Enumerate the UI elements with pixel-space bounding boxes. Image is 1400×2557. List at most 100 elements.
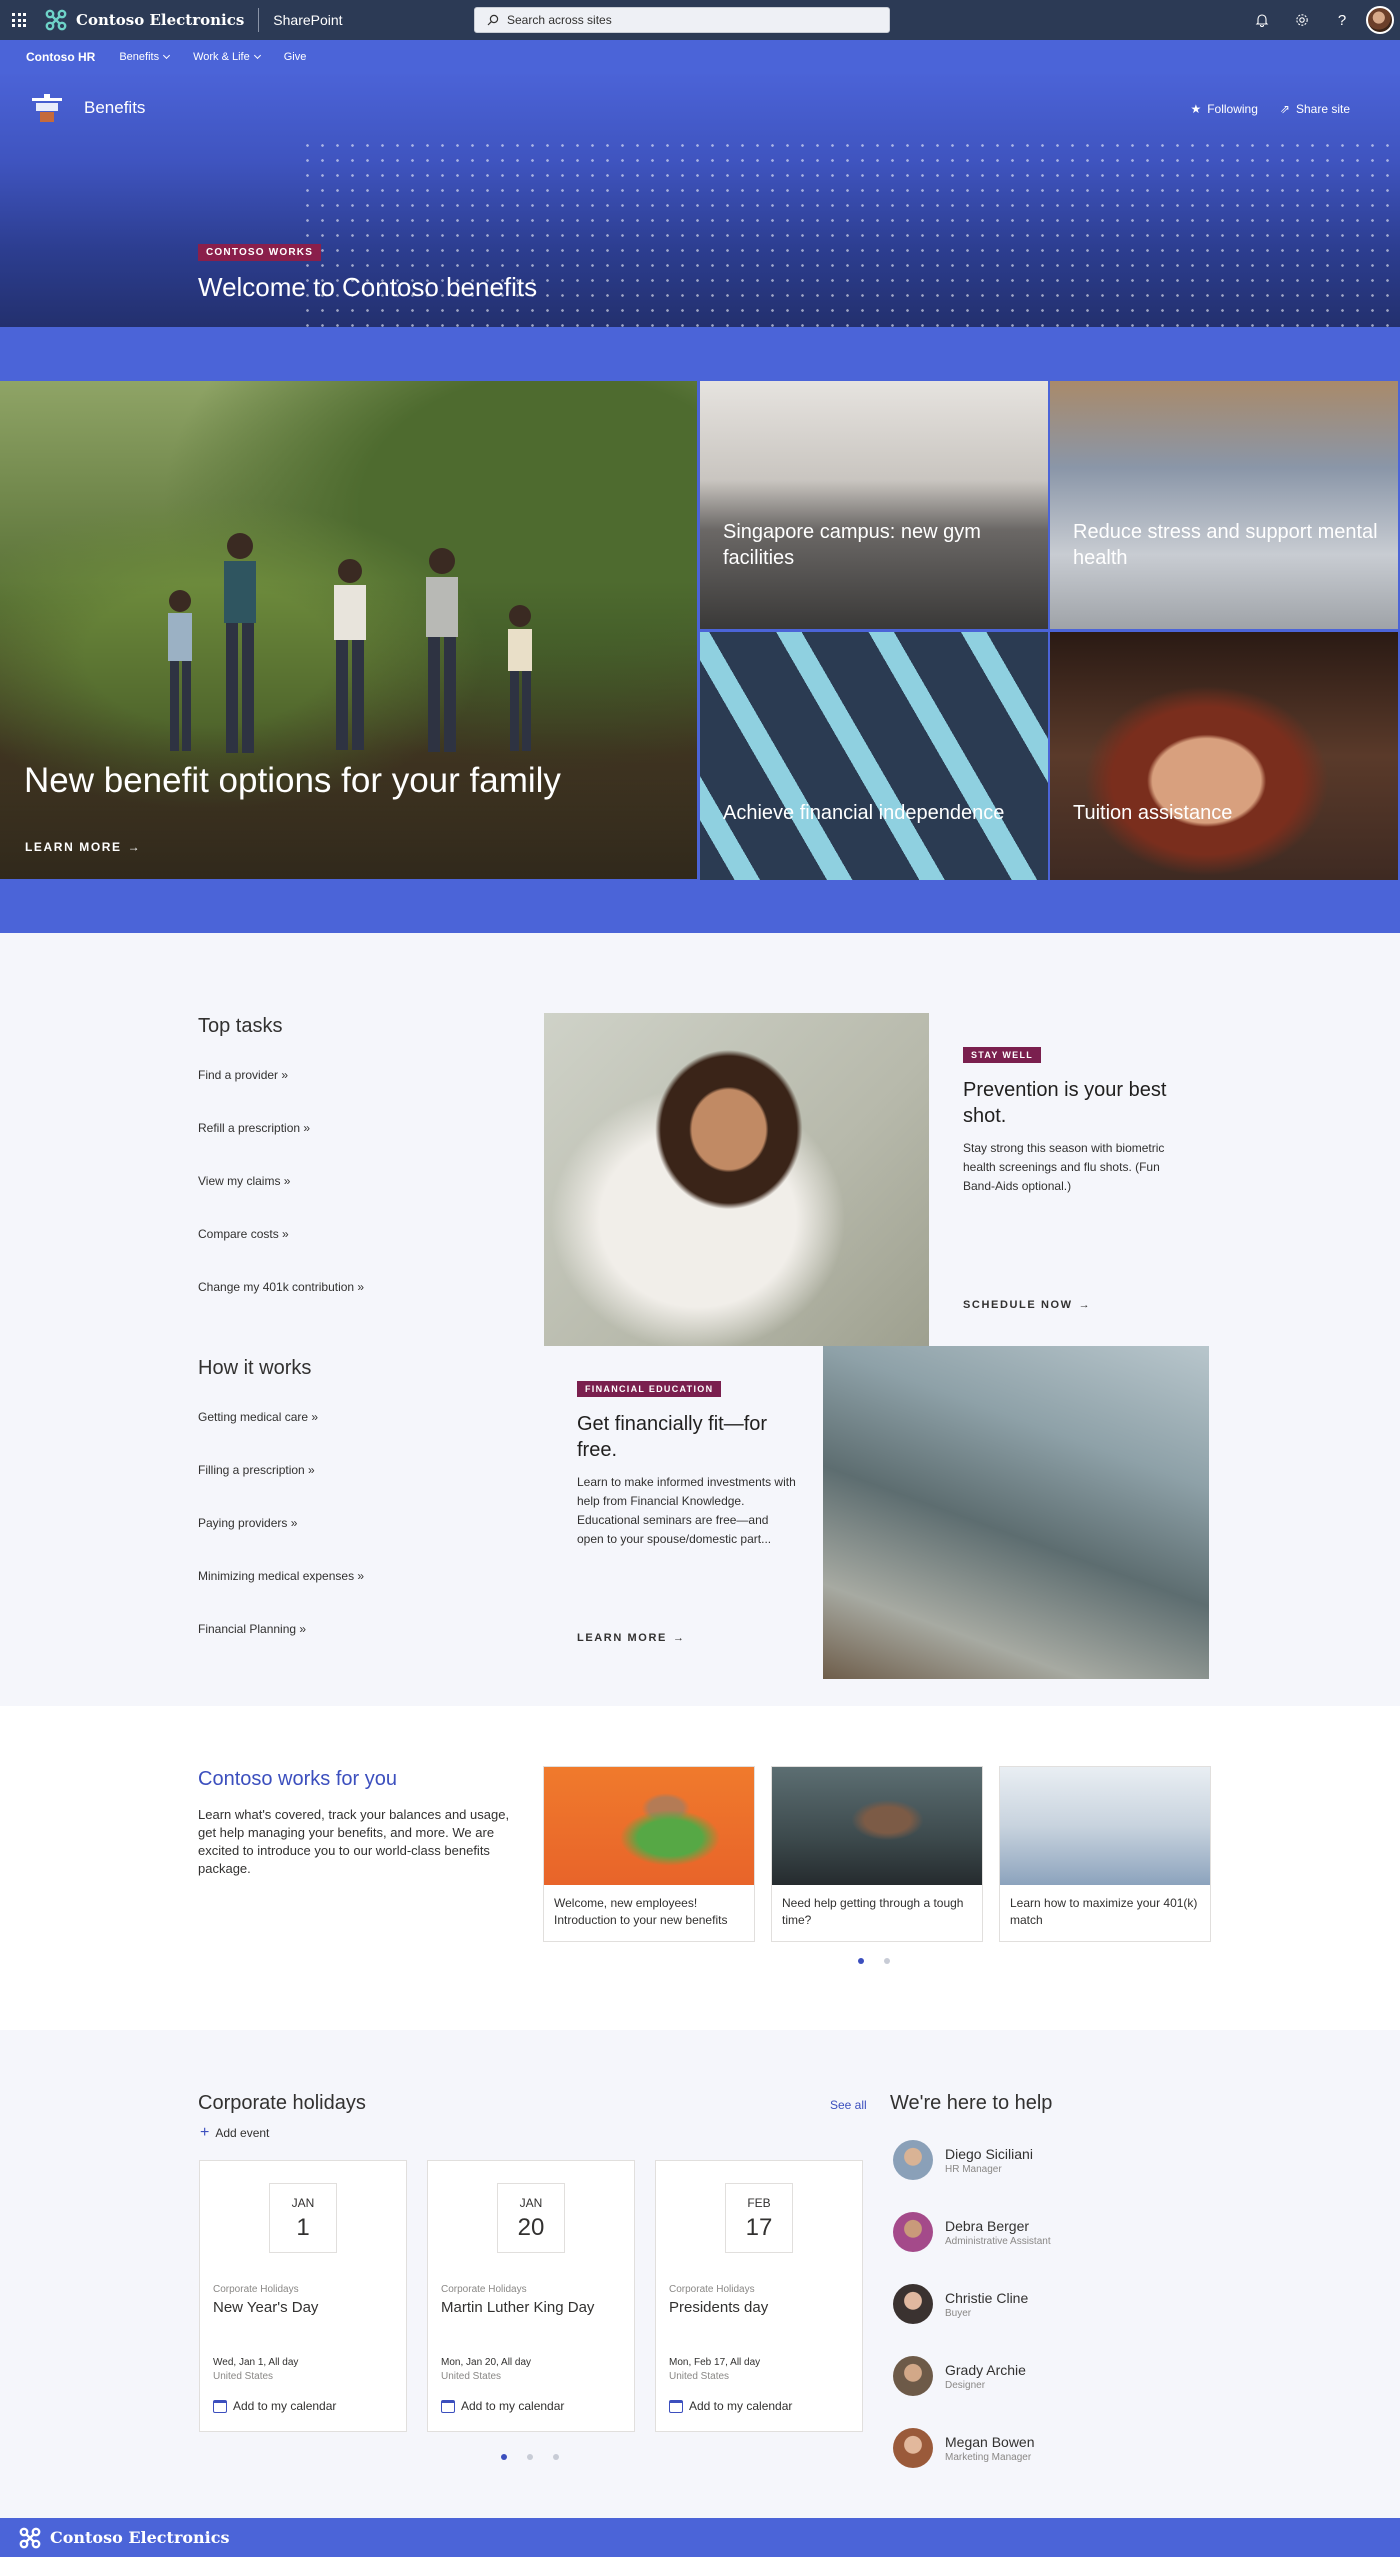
person-role: Designer [945,2379,986,2391]
stay-well-desc: Stay strong this season with biometric h… [963,1141,1165,1193]
help-title: We're here to help [890,2092,1053,2114]
how-it-works: How it works Getting medical care » Fill… [198,1357,498,1636]
events-pager [501,2454,559,2460]
stay-well-tag: STAY WELL [963,1047,1042,1063]
top-task-link[interactable]: Find a provider » [198,1068,498,1082]
person-card[interactable]: Christie Cline Buyer [893,2282,1213,2326]
event-location: United States [669,2371,730,2382]
event-category: Corporate Holidays [213,2284,299,2295]
news-card[interactable]: Need help getting through a tough time? [771,1766,983,1942]
schedule-now-link[interactable]: SCHEDULE NOW → [963,1299,1091,1311]
carousel-dot[interactable] [501,2454,507,2460]
following-label: Following [1207,102,1258,116]
settings-gear-icon[interactable] [1282,0,1322,40]
how-it-works-link[interactable]: Filling a prescription » [198,1463,498,1477]
hero-tile-gym[interactable]: Singapore campus: new gym facilities [700,381,1048,629]
hub-nav-work-life[interactable]: Work & Life [193,51,261,63]
event-location: United States [441,2371,502,2382]
person-card[interactable]: Megan Bowen Marketing Manager [893,2426,1213,2470]
top-task-link[interactable]: View my claims » [198,1174,498,1188]
chevron-down-icon [163,51,171,60]
see-all-link[interactable]: See all [830,2098,867,2112]
news-card[interactable]: Learn how to maximize your 401(k) match [999,1766,1211,1942]
news-card-image [544,1767,754,1885]
star-icon: ★ [1190,102,1202,116]
hub-nav-label: Work & Life [193,51,250,63]
carousel-dot[interactable] [527,2454,533,2460]
help-icon[interactable]: ? [1322,0,1362,40]
search-input[interactable]: Search across sites [507,13,612,27]
divider [258,8,260,32]
event-name: New Year's Day [213,2299,319,2316]
financial-title[interactable]: Get financially fit—for free. [577,1411,797,1463]
search-box[interactable]: Search across sites [474,7,890,33]
hub-nav-give[interactable]: Give [284,51,307,63]
carousel-dot[interactable] [858,1958,864,1964]
person-card[interactable]: Debra Berger Administrative Assistant [893,2210,1213,2254]
learn-more-link[interactable]: LEARN MORE → [577,1632,686,1644]
family-photo [168,533,532,753]
app-launcher-icon[interactable] [0,0,38,40]
hub-nav-benefits[interactable]: Benefits [119,51,171,63]
share-site-button[interactable]: ⇗ Share site [1280,102,1350,116]
stay-well-title[interactable]: Prevention is your best shot. [963,1077,1173,1129]
person-role: Buyer [945,2307,972,2319]
event-date: JAN 20 [497,2183,565,2253]
add-to-calendar-label: Add to my calendar [233,2399,337,2413]
hero-tile-mental-health[interactable]: Reduce stress and support mental health [1050,381,1398,629]
chevron-down-icon [253,51,261,60]
learn-more-link[interactable]: LEARN MORE → [25,840,141,854]
how-it-works-link[interactable]: Paying providers » [198,1516,498,1530]
event-card[interactable]: JAN 1 Corporate Holidays New Year's Day W… [199,2160,407,2432]
site-logo-icon[interactable] [30,94,64,124]
hero-tag: CONTOSO WORKS [198,244,322,261]
person-avatar [893,2284,933,2324]
person-card[interactable]: Grady Archie Designer [893,2354,1213,2398]
person-name: Christie Cline [945,2289,1029,2306]
person-avatar [893,2140,933,2180]
hero-tiles: New benefit options for your family LEAR… [0,327,1400,933]
footer-brand[interactable]: Contoso Electronics [50,2528,230,2547]
calendar-icon [669,2399,683,2413]
person-avatar [893,2356,933,2396]
add-event-button[interactable]: + Add event [200,2124,269,2142]
learn-more-label: LEARN MORE [577,1632,667,1644]
carousel-pager [858,1958,890,1964]
event-name: Martin Luther King Day [441,2299,595,2316]
how-it-works-link[interactable]: Financial Planning » [198,1622,498,1636]
carousel-dot[interactable] [884,1958,890,1964]
hero-tile-title: Tuition assistance [1073,802,1233,824]
event-card[interactable]: FEB 17 Corporate Holidays Presidents day … [655,2160,863,2432]
following-button[interactable]: ★ Following [1190,102,1257,116]
how-it-works-link[interactable]: Getting medical care » [198,1410,498,1424]
how-it-works-link[interactable]: Minimizing medical expenses » [198,1569,498,1583]
add-to-calendar-button[interactable]: Add to my calendar [213,2399,336,2413]
add-to-calendar-button[interactable]: Add to my calendar [441,2399,564,2413]
user-avatar[interactable] [1366,6,1394,34]
financial-desc: Learn to make informed investments with … [577,1475,796,1546]
hub-title[interactable]: Contoso HR [26,50,95,64]
financial-tag: FINANCIAL EDUCATION [577,1381,722,1397]
news-card[interactable]: Welcome, new employees! Introduction to … [543,1766,755,1942]
hero-tile-title: Achieve financial independence [723,802,1005,824]
carousel-dot[interactable] [553,2454,559,2460]
event-card[interactable]: JAN 20 Corporate Holidays Martin Luther K… [427,2160,635,2432]
brand[interactable]: Contoso Electronics [44,8,244,32]
main-content: Top tasks Find a provider » Refill a pre… [0,933,1400,1706]
arrow-right-icon: → [127,840,142,854]
top-task-link[interactable]: Refill a prescription » [198,1121,498,1135]
add-to-calendar-button[interactable]: Add to my calendar [669,2399,792,2413]
hero-tile-financial[interactable]: Achieve financial independence [700,632,1048,880]
hero-tile-main[interactable]: New benefit options for your family LEAR… [0,381,697,879]
person-name: Grady Archie [945,2361,1026,2378]
person-card[interactable]: Diego Siciliani HR Manager [893,2138,1213,2182]
site-name[interactable]: Benefits [84,98,145,118]
hero-tile-tuition[interactable]: Tuition assistance [1050,632,1398,880]
app-name[interactable]: SharePoint [273,12,342,28]
top-task-link[interactable]: Change my 401k contribution » [198,1280,498,1294]
event-date: FEB 17 [725,2183,793,2253]
event-month: JAN [519,2196,543,2210]
top-task-link[interactable]: Compare costs » [198,1227,498,1241]
notifications-bell-icon[interactable] [1242,0,1282,40]
financial-card: FINANCIAL EDUCATION Get financially fit—… [577,1379,797,1549]
